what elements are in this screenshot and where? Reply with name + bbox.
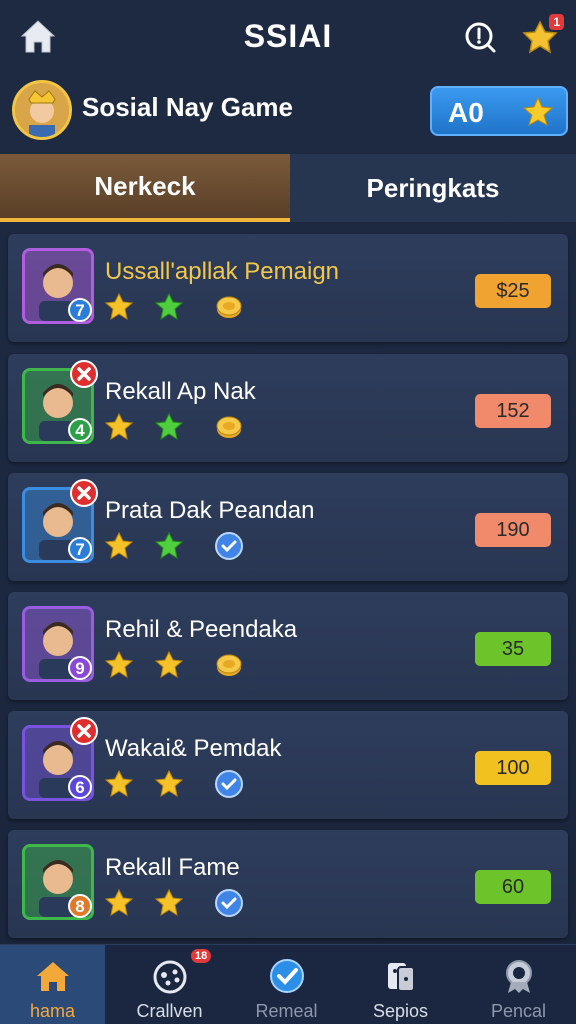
medal-icon bbox=[500, 957, 538, 995]
score-badge: $25 bbox=[475, 274, 551, 308]
notification-badge: 1 bbox=[549, 14, 564, 30]
score-badge: 100 bbox=[475, 751, 551, 785]
coin-balance[interactable]: A0 bbox=[430, 86, 568, 136]
remove-icon[interactable] bbox=[70, 479, 98, 507]
remove-icon[interactable] bbox=[70, 717, 98, 745]
player-rewards bbox=[104, 292, 264, 322]
list-item[interactable]: 8 Rekall Fame 60 bbox=[8, 830, 568, 938]
level-badge: 8 bbox=[68, 894, 92, 918]
list-item[interactable]: 7 Prata Dak Peandan 190 bbox=[8, 473, 568, 581]
level-badge: 9 bbox=[68, 656, 92, 680]
cards-icon bbox=[382, 957, 420, 995]
score-badge: 152 bbox=[475, 394, 551, 428]
tab-bar: Nerkeck Peringkats bbox=[0, 154, 576, 222]
nav-label: Pencal bbox=[490, 1001, 547, 1021]
nav-label: Remeal bbox=[255, 1001, 318, 1021]
gamepad-icon bbox=[151, 957, 189, 995]
top-bar: SSIAI 1 bbox=[0, 0, 576, 76]
app-screen: SSIAI 1 Sosial Nay Game A0 Nerkeck Perin… bbox=[0, 0, 576, 1024]
list-item[interactable]: 6 Wakai& Pemdak 100 bbox=[8, 711, 568, 819]
list-item[interactable]: 7 Ussall'apllak Pemaign $25 bbox=[8, 234, 568, 342]
player-name: Rehil & Peendaka bbox=[105, 616, 298, 643]
nav-badge: 18 bbox=[191, 949, 212, 963]
score-badge: 60 bbox=[475, 870, 551, 904]
list-item[interactable]: 4 Rekall Ap Nak 152 bbox=[8, 354, 568, 462]
profile-row: Sosial Nay Game A0 bbox=[0, 76, 576, 154]
remove-icon[interactable] bbox=[70, 360, 98, 388]
level-badge: 7 bbox=[68, 537, 92, 561]
player-name: Rekall Fame bbox=[105, 854, 240, 881]
check-circle-icon bbox=[268, 957, 306, 995]
game-name: Sosial Nay Game bbox=[82, 92, 293, 122]
nav-item-pencal[interactable]: Pencal bbox=[466, 945, 571, 1024]
nav-item-remeal[interactable]: Remeal bbox=[234, 945, 339, 1024]
player-rewards bbox=[104, 412, 264, 442]
player-name: Wakai& Pemdak bbox=[105, 735, 282, 762]
level-badge: 7 bbox=[68, 298, 92, 322]
star-icon bbox=[522, 96, 554, 128]
tab-peringkats[interactable]: Peringkats bbox=[290, 154, 576, 222]
coin-value: A0 bbox=[448, 97, 484, 128]
list-item[interactable]: 9 Rehil & Peendaka 35 bbox=[8, 592, 568, 700]
player-rewards bbox=[104, 769, 264, 799]
player-rewards bbox=[104, 531, 264, 561]
home-icon bbox=[34, 957, 72, 995]
player-rewards bbox=[104, 888, 264, 918]
nav-item-sepios[interactable]: Sepios bbox=[348, 945, 453, 1024]
bottom-nav: hama 18 Crallven Remeal Sepios Pencal bbox=[0, 944, 576, 1024]
score-badge: 190 bbox=[475, 513, 551, 547]
nav-label: Sepios bbox=[372, 1001, 429, 1021]
tab-nerkeck[interactable]: Nerkeck bbox=[0, 154, 290, 222]
player-name: Prata Dak Peandan bbox=[105, 497, 315, 524]
nav-item-crallven[interactable]: 18 Crallven bbox=[117, 945, 222, 1024]
level-badge: 4 bbox=[68, 418, 92, 442]
search-icon[interactable] bbox=[460, 17, 500, 57]
favorites-star-icon[interactable]: 1 bbox=[520, 14, 564, 58]
nav-item-hama[interactable]: hama bbox=[0, 945, 105, 1024]
player-name: Ussall'apllak Pemaign bbox=[105, 258, 340, 285]
player-name: Rekall Ap Nak bbox=[105, 378, 256, 405]
score-badge: 35 bbox=[475, 632, 551, 666]
nav-label: Crallven bbox=[136, 1001, 203, 1021]
player-rewards bbox=[104, 650, 264, 680]
avatar[interactable] bbox=[12, 80, 72, 140]
level-badge: 6 bbox=[68, 775, 92, 799]
nav-label: hama bbox=[29, 1001, 76, 1021]
